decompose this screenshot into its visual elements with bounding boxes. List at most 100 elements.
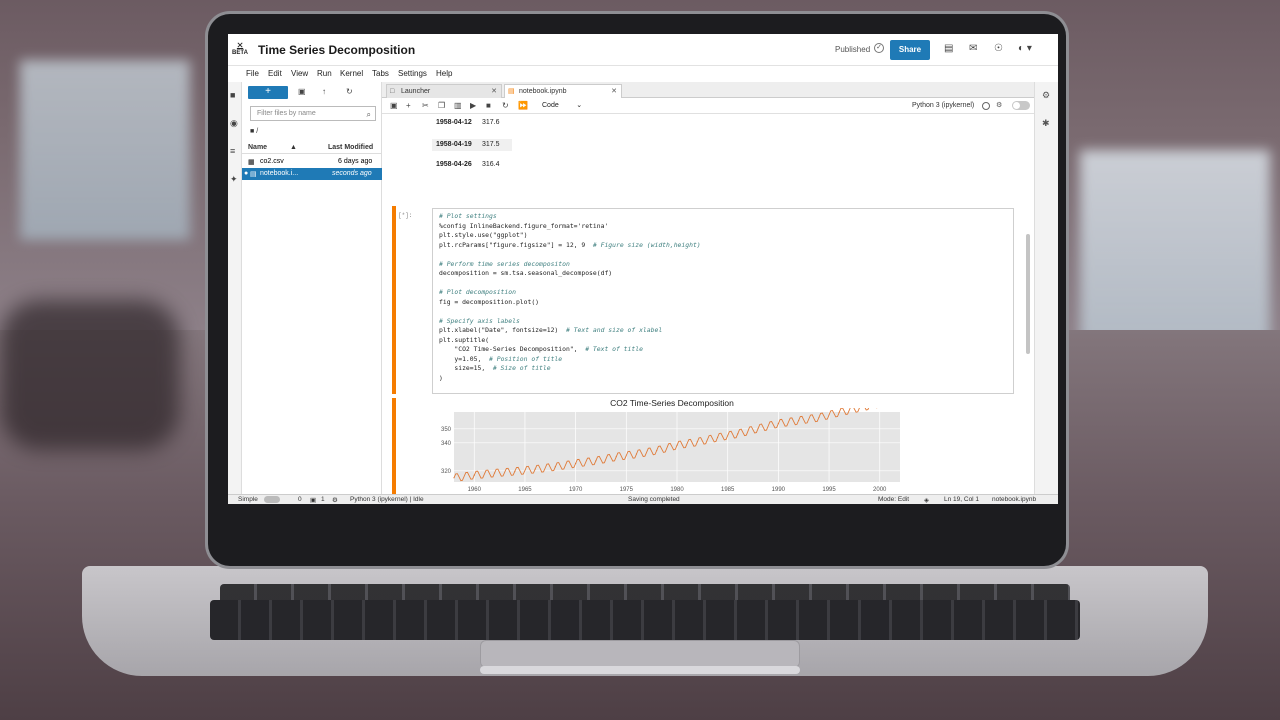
table-cell-date: 1958-04-26 [436, 161, 472, 168]
file-name: co2.csv [260, 158, 284, 165]
menu-settings[interactable]: Settings [398, 69, 427, 78]
paste-icon[interactable]: ▥ [454, 101, 462, 110]
data-point [656, 449, 658, 452]
menu-view[interactable]: View [291, 69, 308, 78]
simple-mode-label: Simple [238, 496, 258, 503]
shield-icon: ◈ [924, 497, 929, 504]
menu-kernel[interactable]: Kernel [340, 69, 363, 78]
breadcrumb[interactable]: ■ / [250, 128, 258, 135]
avatar[interactable]: ◐ ▾ [1018, 43, 1032, 54]
logo-beta-label: BETA [232, 50, 248, 56]
new-folder-icon[interactable]: ▣ [298, 87, 306, 96]
menu-file[interactable]: File [246, 69, 259, 78]
data-point [777, 422, 779, 425]
notebook-file-icon: ▤ [250, 171, 257, 178]
tab-label: Launcher [401, 88, 431, 95]
code-text[interactable]: # Plot settings %config InlineBackend.fig… [433, 209, 1013, 386]
run-icon[interactable]: ▶ [470, 101, 476, 110]
file-filter-placeholder: Filter files by name [257, 110, 316, 117]
upload-icon[interactable]: ↑ [322, 87, 326, 96]
notes-icon[interactable]: ▤ [944, 43, 953, 54]
code-line: plt.suptitle( [439, 335, 490, 344]
new-launcher-button[interactable]: + [248, 86, 288, 99]
cursor-position[interactable]: Ln 19, Col 1 [944, 496, 979, 503]
sort-arrow-icon[interactable]: ▲ [290, 144, 297, 151]
data-point [514, 470, 516, 472]
close-icon[interactable]: ✕ [611, 85, 617, 98]
published-check-icon[interactable]: ✓ [874, 43, 884, 53]
tab-launcher[interactable]: □ Launcher ✕ [386, 84, 502, 98]
code-line: ) [439, 373, 443, 382]
cut-icon[interactable]: ✂ [422, 101, 429, 110]
data-point [534, 468, 536, 470]
close-icon[interactable]: ✕ [491, 85, 497, 98]
file-row[interactable]: ▦ co2.csv 6 days ago [242, 156, 382, 168]
cell-type-select[interactable]: Code ⌄ [542, 101, 582, 109]
comment-icon[interactable]: ✉ [969, 43, 977, 54]
document-tab-bar: □ Launcher ✕ ▤ notebook.ipynb ✕ [382, 82, 1058, 98]
commands-icon[interactable]: ≡ [230, 146, 235, 156]
save-status: Saving completed [628, 496, 680, 503]
scrollbar[interactable] [1026, 234, 1030, 354]
code-line: # Plot settings [439, 212, 497, 220]
data-point [676, 444, 678, 446]
code-line: "CO2 Time-Series Decomposition", # Text … [439, 345, 643, 353]
file-filter-input[interactable]: Filter files by name ⌕ [250, 106, 376, 121]
extension-icon[interactable]: ✦ [230, 174, 238, 185]
kernel-count[interactable]: 1 [321, 496, 325, 503]
code-line: plt.xlabel("Date", fontsize=12) # Text a… [439, 326, 663, 334]
copy-icon[interactable]: ❐ [438, 101, 445, 110]
add-cell-icon[interactable]: + [406, 101, 411, 110]
left-sidebar-rail: ■ ◉ ≡ ✦ [228, 82, 242, 494]
debugger-icon[interactable]: ⚙ [996, 101, 1002, 109]
terminal-count[interactable]: 0 [298, 496, 302, 503]
output-indicator [392, 398, 396, 494]
stop-icon[interactable]: ■ [486, 101, 491, 110]
data-point [473, 474, 475, 476]
menu-help[interactable]: Help [436, 69, 452, 78]
cell-type-value: Code [542, 102, 559, 109]
property-inspector-icon[interactable]: ⚙ [1042, 90, 1050, 101]
debugger-toggle[interactable] [1012, 101, 1030, 110]
kernel-name[interactable]: Python 3 (ipykernel) [912, 102, 974, 109]
fast-forward-icon[interactable]: ⏩ [518, 101, 528, 110]
current-file[interactable]: notebook.ipynb [992, 496, 1036, 503]
menu-edit[interactable]: Edit [268, 69, 282, 78]
tab-notebook[interactable]: ▤ notebook.ipynb ✕ [504, 84, 622, 98]
folder-icon[interactable]: ■ [230, 90, 235, 100]
code-line: # Perform time series decompositon [439, 259, 570, 268]
column-name[interactable]: Name [248, 144, 267, 151]
tab-label: notebook.ipynb [519, 88, 567, 95]
refresh-icon[interactable]: ↻ [346, 87, 353, 96]
code-cell-editor[interactable]: # Plot settings %config InlineBackend.fig… [432, 208, 1014, 394]
editor-mode[interactable]: Mode: Edit [878, 496, 909, 503]
published-label: Published [835, 45, 871, 54]
running-icon[interactable]: ◉ [230, 118, 238, 129]
data-point [716, 436, 719, 439]
restart-icon[interactable]: ↻ [502, 101, 509, 110]
code-comment: # Size of title [485, 364, 551, 372]
data-point [595, 460, 597, 462]
menu-tabs[interactable]: Tabs [372, 69, 389, 78]
active-cell-indicator [392, 206, 396, 394]
simple-mode-toggle[interactable] [264, 496, 280, 503]
kernel-status[interactable]: Python 3 (ipykernel) | Idle [350, 496, 424, 503]
file-row-selected[interactable]: ● ▤ notebook.i... seconds ago [242, 168, 382, 180]
y-tick-label: 340 [441, 441, 452, 447]
share-button[interactable]: Share [890, 40, 930, 60]
code-line: # Specify axis labels [439, 316, 520, 325]
lightbulb-icon[interactable]: ☉ [994, 43, 1003, 54]
column-last-modified[interactable]: Last Modified [328, 144, 373, 151]
notebook-body: 1958-04-12 317.6 1958-04-19 317.5 1958-04-… [382, 114, 1034, 494]
app-logo[interactable]: ⨱ BETA [230, 37, 250, 56]
terminal-icon: ▣ [310, 497, 317, 504]
file-modified: 6 days ago [338, 158, 373, 165]
x-tick-label: 1960 [468, 487, 482, 493]
menu-run[interactable]: Run [317, 69, 332, 78]
chart-title: CO2 Time-Series Decomposition [610, 398, 734, 408]
file-browser: + ▣ ↑ ↻ Filter files by name ⌕ ■ / Name … [242, 82, 382, 494]
file-modified: seconds ago [332, 170, 372, 177]
debugger-panel-icon[interactable]: ✱ [1042, 118, 1050, 129]
save-icon[interactable]: ▣ [390, 101, 398, 110]
